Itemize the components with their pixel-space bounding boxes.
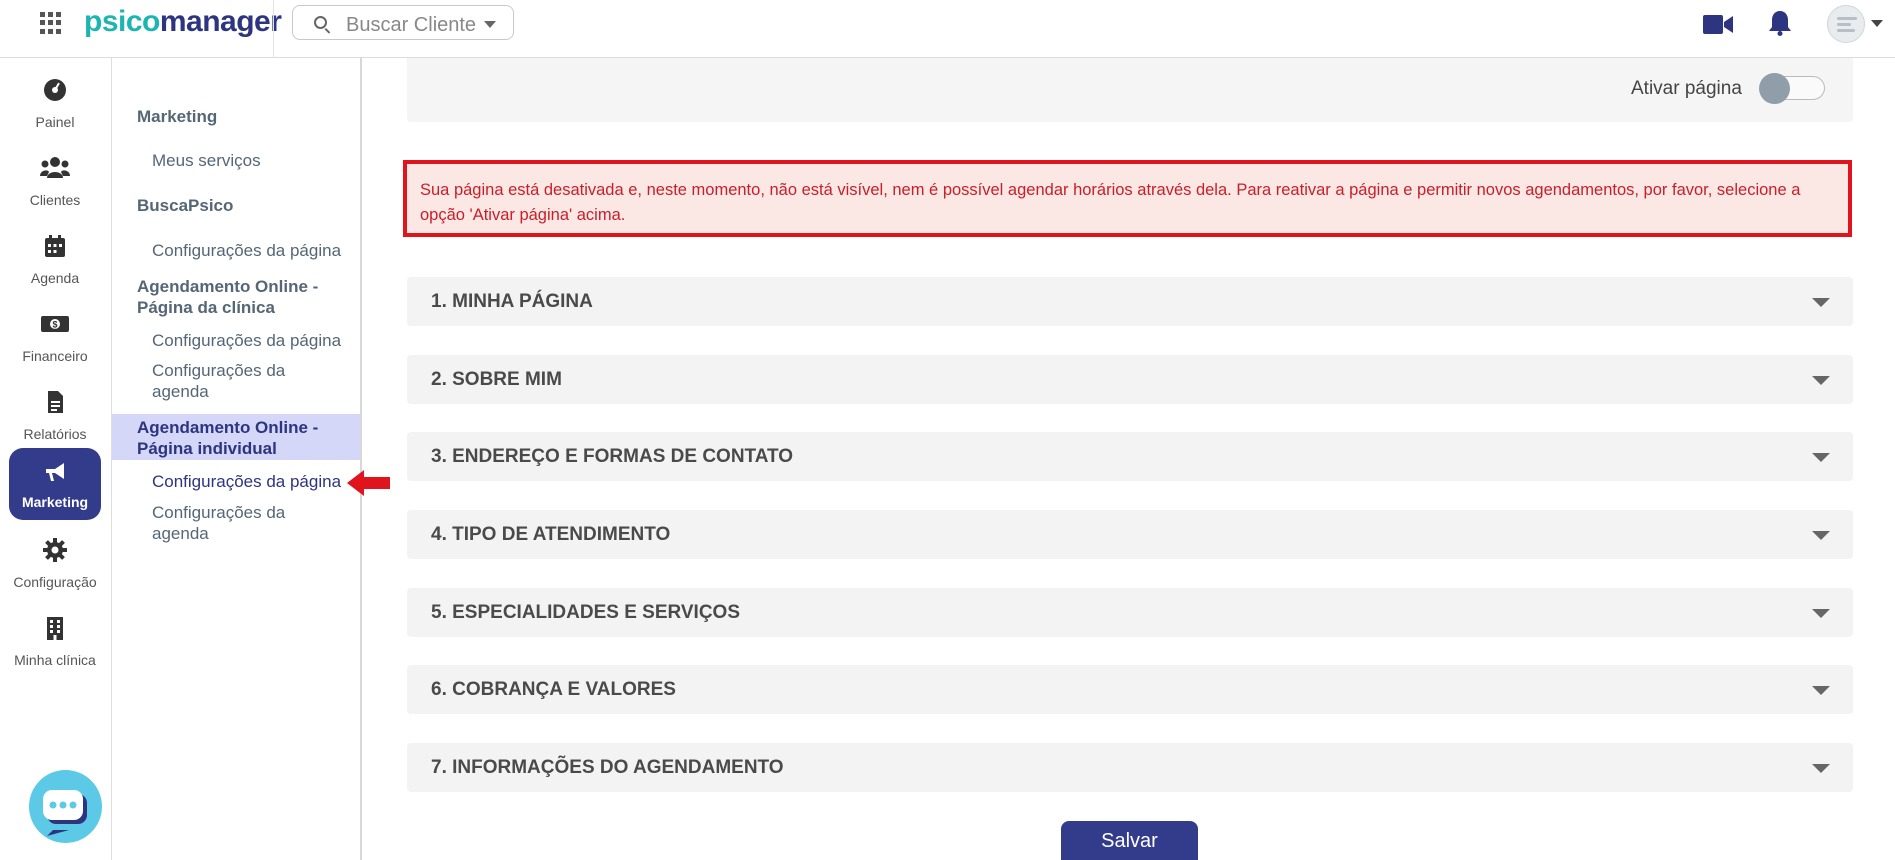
section-especialidades-servicos[interactable]: 5. ESPECIALIDADES E SERVIÇOS: [407, 588, 1853, 637]
alert-text: Sua página está desativada e, neste mome…: [420, 181, 1801, 224]
chevron-down-icon: [1812, 531, 1830, 540]
svg-text:$: $: [52, 320, 57, 330]
apps-grid-icon[interactable]: [40, 12, 62, 34]
chat-button[interactable]: [29, 770, 102, 843]
nav-item-painel[interactable]: Painel: [9, 68, 101, 140]
calendar-icon: [45, 235, 65, 257]
gear-icon: [43, 538, 67, 562]
section-title: 5. ESPECIALIDADES E SERVIÇOS: [431, 602, 741, 623]
nav-label: Relatórios: [23, 426, 87, 442]
subnav-group-buscapsico: BuscaPsico: [137, 196, 234, 215]
main-nav-rail: Painel Clientes Agenda $ Financeiro Rela…: [0, 58, 112, 860]
chevron-down-icon: [1812, 453, 1830, 462]
chat-icon: [43, 790, 87, 836]
money-icon: $: [41, 316, 69, 332]
toggle-label: Ativar página: [1631, 78, 1742, 99]
search-client-select[interactable]: Buscar Cliente: [292, 5, 514, 40]
link-label-line2: agenda: [152, 524, 209, 543]
subnav-group-marketing: Marketing: [137, 107, 218, 126]
chevron-down-icon[interactable]: [1871, 20, 1883, 27]
video-icon[interactable]: [1703, 15, 1733, 34]
nav-label: Clientes: [29, 192, 81, 208]
nav-item-minha-clinica[interactable]: Minha clínica: [9, 606, 101, 678]
users-icon: [40, 157, 70, 178]
section-title: 1. MINHA PÁGINA: [431, 291, 593, 312]
section-title: 7. INFORMAÇÕES DO AGENDAMENTO: [431, 757, 784, 778]
subnav-link-meus-servicos[interactable]: Meus serviços: [152, 150, 357, 171]
red-arrow-pointer-icon: [347, 470, 390, 496]
logo-text-manager: manager: [159, 5, 282, 38]
logo-text-psico: psico: [84, 5, 160, 38]
nav-item-agenda[interactable]: Agenda: [9, 224, 101, 296]
section-title: 6. COBRANÇA E VALORES: [431, 679, 676, 700]
nav-item-marketing[interactable]: Marketing: [9, 448, 101, 520]
subnav-group-agendamento-clinica: Agendamento Online - Página da clínica: [137, 276, 352, 318]
nav-label: Configuração: [13, 574, 97, 590]
save-button[interactable]: Salvar: [1061, 821, 1198, 860]
subnav-link-individual-config-pagina[interactable]: Configurações da página: [152, 471, 357, 492]
top-bar: psicomanager Buscar Cliente: [0, 0, 1895, 58]
divider: [273, 0, 274, 58]
subnav-link-individual-config-agenda[interactable]: Configurações da agenda: [152, 502, 357, 544]
section-title: 4. TIPO DE ATENDIMENTO: [431, 524, 671, 545]
chevron-down-icon: [1812, 298, 1830, 307]
nav-label: Financeiro: [22, 348, 88, 364]
subnav-group-agendamento-individual: Agendamento Online - Página individual: [137, 417, 352, 459]
dashboard-icon: [44, 79, 66, 101]
search-placeholder: Buscar Cliente: [346, 14, 477, 36]
bell-icon[interactable]: [1768, 10, 1792, 36]
link-label-line2: agenda: [152, 382, 209, 401]
section-title: 2. SOBRE MIM: [431, 369, 562, 390]
group-label-line1: Agendamento Online -: [137, 418, 319, 437]
link-label-line1: Configurações da: [152, 361, 286, 380]
avatar[interactable]: [1827, 5, 1865, 43]
nav-label: Marketing: [21, 494, 89, 510]
subnav-link-clinica-config-agenda[interactable]: Configurações da agenda: [152, 360, 357, 402]
section-cobranca-valores[interactable]: 6. COBRANÇA E VALORES: [407, 665, 1853, 714]
nav-item-clientes[interactable]: Clientes: [9, 146, 101, 218]
section-sobre-mim[interactable]: 2. SOBRE MIM: [407, 355, 1853, 404]
section-informacoes-agendamento[interactable]: 7. INFORMAÇÕES DO AGENDAMENTO: [407, 743, 1853, 792]
deactivated-page-alert: Sua página está desativada e, neste mome…: [403, 160, 1852, 237]
nav-item-configuracao[interactable]: Configuração: [9, 528, 101, 600]
group-label-line1: Agendamento Online -: [137, 277, 319, 296]
subnav-link-buscapsico-config-pagina[interactable]: Configurações da página: [152, 240, 357, 261]
chevron-down-icon: [1812, 686, 1830, 695]
nav-label: Agenda: [30, 270, 80, 286]
section-title: 3. ENDEREÇO E FORMAS DE CONTATO: [431, 446, 794, 467]
chevron-down-icon: [1812, 609, 1830, 618]
activate-page-toggle[interactable]: [1759, 73, 1825, 104]
group-label-line2: Página da clínica: [137, 298, 275, 317]
nav-item-relatorios[interactable]: Relatórios: [9, 380, 101, 452]
chevron-down-icon: [484, 21, 496, 28]
marketing-subnav: Marketing Meus serviços BuscaPsico Confi…: [112, 58, 362, 860]
link-label-line1: Configurações da: [152, 503, 286, 522]
megaphone-icon: [46, 463, 64, 481]
nav-item-financeiro[interactable]: $ Financeiro: [9, 302, 101, 374]
section-minha-pagina[interactable]: 1. MINHA PÁGINA: [407, 277, 1853, 326]
chevron-down-icon: [1812, 764, 1830, 773]
subnav-link-clinica-config-pagina[interactable]: Configurações da página: [152, 330, 357, 351]
section-endereco-contato[interactable]: 3. ENDEREÇO E FORMAS DE CONTATO: [407, 432, 1853, 481]
group-label-line2: Página individual: [137, 439, 277, 458]
chevron-down-icon: [1812, 376, 1830, 385]
nav-label: Minha clínica: [14, 652, 96, 668]
document-icon: [48, 391, 63, 413]
nav-label: Painel: [35, 114, 75, 130]
page-activation-panel: Ativar página: [407, 58, 1853, 122]
search-icon: [314, 16, 327, 29]
toggle-knob: [1759, 73, 1790, 104]
app-logo[interactable]: psicomanager: [84, 5, 282, 39]
building-icon: [47, 617, 63, 640]
section-tipo-atendimento[interactable]: 4. TIPO DE ATENDIMENTO: [407, 510, 1853, 559]
